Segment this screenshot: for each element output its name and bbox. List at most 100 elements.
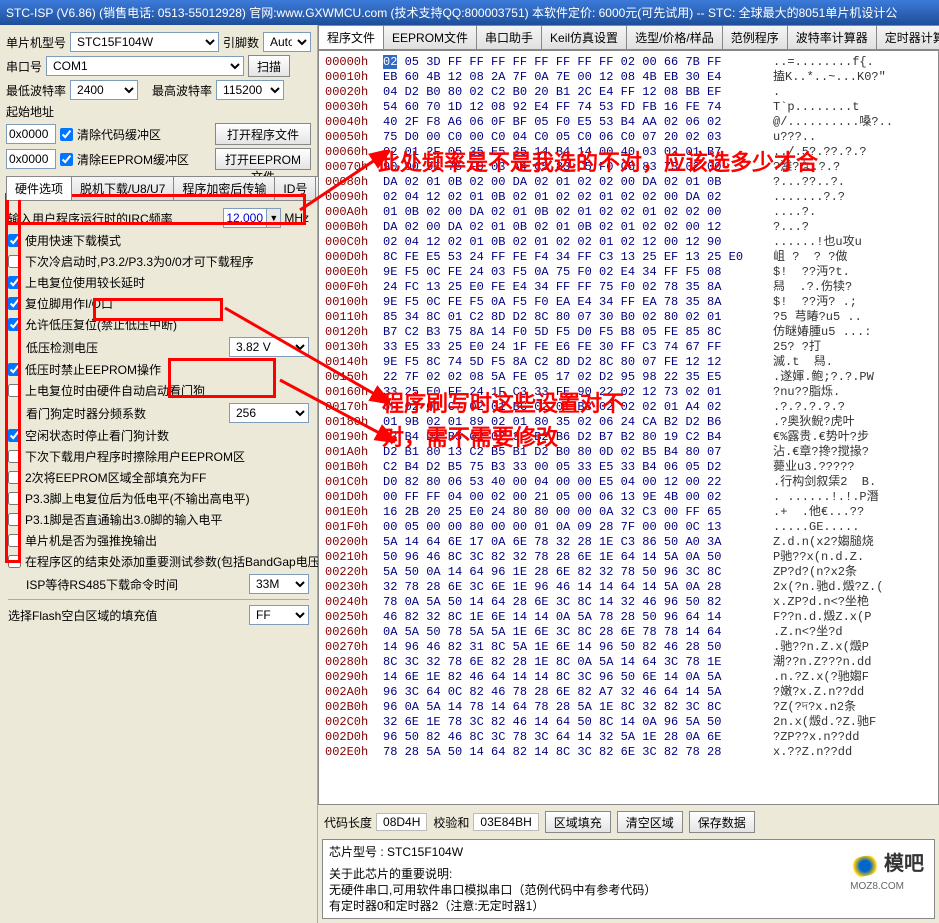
right-tab-5[interactable]: 范例程序 [722,25,788,49]
addr2-input[interactable] [6,149,56,169]
hex-row: 001F0h 00 05 00 00 80 00 00 01 0A 09 28 … [325,520,932,535]
rs485-select[interactable]: 33M [249,574,309,594]
right-tab-2[interactable]: 串口助手 [476,25,542,49]
o7-label: 上电复位时由硬件自动启动看门狗 [25,382,309,399]
left-tabs: 硬件选项 脱机下载/U8/U7 程序加密后传输 ID号 ▸ [6,176,311,201]
o14-checkbox[interactable] [8,555,21,568]
irc-freq-input[interactable] [224,209,266,227]
logo-bird-icon [849,854,882,879]
max-baud-label: 最高波特率 [152,82,212,99]
o6-checkbox[interactable] [8,363,21,376]
o12-checkbox[interactable] [8,513,21,526]
port-select[interactable]: COM1 [46,56,244,76]
o3-checkbox[interactable] [8,276,21,289]
scan-button[interactable]: 扫描 [248,55,290,77]
o8-checkbox[interactable] [8,429,21,442]
port-label: 串口号 [6,58,42,75]
tab-offline-download[interactable]: 脱机下载/U8/U7 [71,176,174,200]
o11-label: P3.3脚上电复位后为低电平(不输出高电平) [25,490,309,507]
title-bar: STC-ISP (V6.86) (销售电话: 0513-55012928) 官网… [0,0,939,25]
tab-id[interactable]: ID号 [274,176,316,200]
clear-region-button[interactable]: 清空区域 [617,811,683,833]
lvd-select[interactable]: 3.82 V [229,337,309,357]
hex-row: 00040h 40 2F F8 A6 06 0F BF 05 F0 E5 53 … [325,115,932,130]
tab-hardware-options[interactable]: 硬件选项 [6,176,72,200]
o13-checkbox[interactable] [8,534,21,547]
o9-checkbox[interactable] [8,450,21,463]
o5-checkbox[interactable] [8,318,21,331]
rs485-label: ISP等待RS485下载命令时间 [26,576,241,593]
hex-row: 001B0h C2 B4 D2 B5 75 B3 33 00 05 33 E5 … [325,460,932,475]
hex-row: 00070h 90 00 9E 75 F0 03 A4 C5 83 C5 F0 … [325,160,932,175]
chksum-label: 校验和 [433,814,469,831]
o3-label: 上电复位使用较长延时 [25,274,309,291]
right-tab-4[interactable]: 选型/价格/样品 [626,25,723,49]
hex-row: 00210h 50 96 46 8C 3C 82 32 78 28 6E 1E … [325,550,932,565]
flash-fill-label: 选择Flash空白区域的填充值 [8,607,241,624]
o4-label: 复位脚用作I/O口 [25,295,309,312]
hex-row: 00120h B7 C2 B3 75 8A 14 F0 5D F5 D0 F5 … [325,325,932,340]
o2-label: 下次冷启动时,P3.2/P3.3为0/0才可下载程序 [25,253,309,270]
o11-checkbox[interactable] [8,492,21,505]
max-baud-select[interactable]: 115200 [216,80,284,100]
hex-row: 00130h 33 E5 33 25 E0 24 1F FE E6 FE 30 … [325,340,932,355]
o9-label: 下次下载用户程序时擦除用户EEPROM区 [25,448,309,465]
irc-freq-unit: MHz [284,211,309,225]
hex-row: 001D0h 00 FF FF 04 00 02 00 21 05 00 06 … [325,490,932,505]
right-tab-7[interactable]: 定时器计算器 [876,25,939,49]
hex-row: 00170h 6F 02 01 C7 02 01 BC 02 01 B3 02 … [325,400,932,415]
o8-label: 空闲状态时停止看门狗计数 [25,427,309,444]
open-code-button[interactable]: 打开程序文件 [215,123,311,145]
right-tab-1[interactable]: EEPROM文件 [383,25,477,49]
o10-checkbox[interactable] [8,471,21,484]
wdt-select[interactable]: 256 [229,403,309,423]
hex-row: 002E0h 78 28 5A 50 14 64 82 14 8C 3C 82 … [325,745,932,760]
hex-row: 00110h 85 34 8C 01 C2 8D D2 8C 80 07 30 … [325,310,932,325]
right-tab-0[interactable]: 程序文件 [318,25,384,49]
hex-row: 00200h 5A 14 64 6E 17 0A 6E 78 32 28 1E … [325,535,932,550]
hex-row: 00050h 75 D0 00 C0 00 C0 04 C0 05 C0 06 … [325,130,932,145]
hex-viewer[interactable]: 00000h 02 05 3D FF FF FF FF FF FF FF FF … [318,50,939,805]
right-tab-3[interactable]: Keil仿真设置 [541,25,627,49]
hex-row: 001A0h D2 B1 80 13 C2 B5 B1 D2 B0 80 0D … [325,445,932,460]
hex-row: 001E0h 16 2B 20 25 E0 24 80 80 00 00 0A … [325,505,932,520]
right-tab-6[interactable]: 波特率计算器 [787,25,877,49]
min-baud-select[interactable]: 2400 [70,80,138,100]
hex-row: 000F0h 24 FC 13 25 E0 FE E4 34 FF FF 75 … [325,280,932,295]
save-data-button[interactable]: 保存数据 [689,811,755,833]
o7-checkbox[interactable] [8,384,21,397]
hex-row: 00250h 46 82 32 8C 1E 6E 14 14 0A 5A 78 … [325,610,932,625]
mcu-label: 单片机型号 [6,34,66,51]
hex-row: 00100h 9E F5 0C FE F5 0A F5 F0 EA E4 34 … [325,295,932,310]
chksum-value: 03E84BH [473,813,538,831]
code-len-label: 代码长度 [324,814,372,831]
hex-row: 00020h 04 D2 B0 80 02 C2 B0 20 B1 2C E4 … [325,85,932,100]
hex-row: 002B0h 96 0A 5A 14 78 14 64 78 28 5A 1E … [325,700,932,715]
irc-freq-label: 输入用户程序运行时的IRC频率 [8,210,223,227]
o2-checkbox[interactable] [8,255,21,268]
o12-label: P3.1脚是否直通输出3.0脚的输入电平 [25,511,309,528]
chip-info-box: 芯片型号 : STC15F104W 关于此芯片的重要说明: 无硬件串口,可用软件… [322,839,935,919]
hex-row: 00140h 9E F5 8C 74 5D F5 8A C2 8D D2 8C … [325,355,932,370]
o4-checkbox[interactable] [8,297,21,310]
code-len-value: 08D4H [376,813,427,831]
hex-row: 00220h 5A 50 0A 14 64 96 1E 28 6E 82 32 … [325,565,932,580]
addr1-input[interactable] [6,124,56,144]
pin-select[interactable]: Auto [263,32,311,52]
hex-row: 002C0h 32 6E 1E 78 3C 82 46 14 64 50 8C … [325,715,932,730]
hex-row: 00000h 02 05 3D FF FF FF FF FF FF FF FF … [325,55,932,70]
flash-fill-select[interactable]: FF [249,605,309,625]
o1-checkbox[interactable] [8,234,21,247]
clear-eeprom-checkbox[interactable] [60,153,73,166]
mcu-select[interactable]: STC15F104W [70,32,219,52]
open-eeprom-button[interactable]: 打开EEPROM文件 [215,148,311,170]
info-line1: 芯片型号 : STC15F104W [329,844,928,860]
irc-freq-combo[interactable]: ▼ [223,208,281,228]
hex-row: 000B0h DA 02 00 DA 02 01 0B 02 01 0B 02 … [325,220,932,235]
dropdown-icon[interactable]: ▼ [266,209,280,227]
tab-encrypted-transfer[interactable]: 程序加密后传输 [173,176,275,200]
info-line3: 无硬件串口,可用软件串口模拟串口（范例代码中有参考代码） [329,882,928,898]
fill-region-button[interactable]: 区域填充 [545,811,611,833]
clear-code-checkbox[interactable] [60,128,73,141]
hex-row: 00180h 01 9B 02 01 89 02 01 80 35 02 06 … [325,415,932,430]
